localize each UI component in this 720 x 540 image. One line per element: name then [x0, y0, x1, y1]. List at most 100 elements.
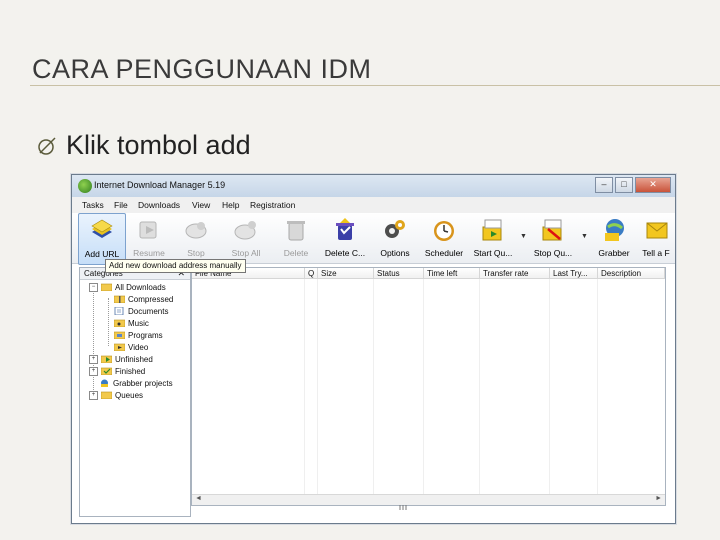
delete-label: Delete	[283, 248, 309, 258]
category-compressed[interactable]: Compressed	[114, 293, 173, 305]
finished-folder-icon	[101, 367, 112, 375]
resume-icon	[139, 221, 157, 239]
unfinished-folder-icon	[101, 355, 112, 363]
category-grabber-projects[interactable]: Grabber projects	[99, 377, 173, 389]
options-icon	[385, 220, 405, 238]
add-url-icon	[91, 219, 113, 238]
resume-label: Resume	[133, 248, 165, 258]
category-unfinished[interactable]: + Unfinished	[89, 353, 153, 365]
menu-registration[interactable]: Registration	[250, 200, 295, 210]
expand-icon[interactable]: +	[89, 390, 98, 400]
scroll-grip-icon	[399, 505, 407, 510]
add-url-label: Add URL	[84, 249, 120, 259]
delete-button[interactable]: Delete	[276, 213, 316, 263]
category-all-downloads[interactable]: − All Downloads	[89, 281, 166, 293]
column-queue[interactable]: Q	[305, 268, 318, 279]
stop-queue-label: Stop Qu...	[533, 248, 573, 258]
column-divider	[549, 279, 550, 494]
start-queue-label: Start Qu...	[473, 248, 513, 258]
menu-help[interactable]: Help	[222, 200, 239, 210]
download-list[interactable]: File Name Q Size Status Time left Transf…	[191, 267, 666, 510]
column-description[interactable]: Description	[598, 268, 665, 279]
tell-a-friend-label: Tell a F	[642, 248, 670, 258]
menu-tasks[interactable]: Tasks	[82, 200, 104, 210]
delete-completed-icon	[336, 218, 354, 240]
stop-queue-button[interactable]: Stop Qu...	[530, 213, 576, 263]
category-label: Grabber projects	[113, 378, 173, 388]
category-queues[interactable]: + Queues	[89, 389, 143, 401]
category-programs[interactable]: Programs	[114, 329, 163, 341]
column-divider	[479, 279, 480, 494]
stop-button[interactable]: Stop	[176, 213, 216, 263]
minimize-button[interactable]: –	[595, 177, 613, 193]
column-divider	[373, 279, 374, 494]
stop-all-button[interactable]: Stop All	[224, 213, 268, 263]
categories-panel: Categories ✕ − All Downloads Compressed …	[79, 267, 191, 517]
column-last-try[interactable]: Last Try...	[550, 268, 598, 279]
menu-bar: Tasks File Downloads View Help Registrat…	[72, 197, 675, 214]
start-queue-dropdown-icon[interactable]: ▼	[520, 233, 527, 240]
grabber-button[interactable]: Grabber	[592, 213, 636, 263]
delete-completed-button[interactable]: Delete C...	[322, 213, 368, 263]
add-url-tooltip: Add new download address manually	[105, 259, 246, 273]
toolbar: Add URL Resume Stop Stop All Delete Dele…	[72, 213, 675, 265]
menu-downloads[interactable]: Downloads	[138, 200, 180, 210]
tree-guide-line	[93, 286, 94, 394]
column-time-left[interactable]: Time left	[424, 268, 480, 279]
stop-all-icon	[234, 221, 256, 240]
scroll-right-icon[interactable]: ►	[655, 495, 662, 502]
window-titlebar[interactable]: Internet Download Manager 5.19 – □ ✕	[72, 175, 675, 198]
category-music[interactable]: Music	[114, 317, 149, 329]
tree-guide-line-nested	[108, 298, 109, 346]
scroll-left-icon[interactable]: ◄	[195, 495, 202, 502]
resume-button[interactable]: Resume	[128, 213, 170, 263]
stop-icon	[185, 222, 207, 239]
start-queue-icon	[482, 219, 502, 241]
category-documents[interactable]: Documents	[114, 305, 168, 317]
slide-title: CARA PENGGUNAAN IDM	[32, 54, 372, 84]
close-button[interactable]: ✕	[635, 177, 671, 193]
bullet-icon	[38, 136, 56, 155]
horizontal-scrollbar[interactable]: ◄ ►	[192, 494, 665, 510]
category-label: Programs	[128, 330, 163, 340]
stop-all-label: Stop All	[231, 248, 261, 258]
start-queue-button[interactable]: Start Qu...	[470, 213, 516, 263]
programs-folder-icon	[114, 331, 125, 339]
collapse-icon[interactable]: −	[89, 282, 98, 292]
maximize-button[interactable]: □	[615, 177, 633, 193]
category-video[interactable]: Video	[114, 341, 148, 353]
tell-a-friend-button[interactable]: Tell a F	[638, 213, 674, 263]
expand-icon[interactable]: +	[89, 354, 98, 364]
compressed-folder-icon	[114, 295, 125, 303]
category-label: Finished	[115, 366, 146, 376]
scheduler-button[interactable]: Scheduler	[422, 213, 466, 263]
music-folder-icon	[114, 319, 125, 327]
title-divider	[30, 85, 720, 86]
category-label: All Downloads	[115, 282, 166, 292]
column-divider	[597, 279, 598, 494]
stop-queue-dropdown-icon[interactable]: ▼	[581, 233, 588, 240]
column-transfer-rate[interactable]: Transfer rate	[480, 268, 550, 279]
tell-friend-icon	[646, 222, 668, 239]
column-divider	[317, 279, 318, 494]
menu-view[interactable]: View	[192, 200, 210, 210]
idm-app-icon	[78, 179, 92, 193]
queues-folder-icon	[101, 391, 112, 399]
category-label: Compressed	[128, 294, 174, 304]
category-finished[interactable]: + Finished	[89, 365, 145, 377]
add-url-button[interactable]: Add URL	[78, 213, 126, 265]
bullet-point: Klik tombol add	[36, 130, 251, 161]
window-title: Internet Download Manager 5.19	[94, 180, 226, 190]
column-status[interactable]: Status	[374, 268, 424, 279]
options-button[interactable]: Options	[374, 213, 416, 263]
video-folder-icon	[114, 343, 125, 351]
scheduler-icon	[434, 221, 454, 241]
category-label: Unfinished	[115, 354, 153, 364]
options-label: Options	[380, 248, 410, 258]
column-size[interactable]: Size	[318, 268, 374, 279]
expand-icon[interactable]: +	[89, 366, 98, 376]
delete-icon	[287, 221, 305, 241]
stop-label: Stop	[187, 248, 205, 258]
scroll-thumb[interactable]	[392, 497, 414, 510]
menu-file[interactable]: File	[114, 200, 128, 210]
